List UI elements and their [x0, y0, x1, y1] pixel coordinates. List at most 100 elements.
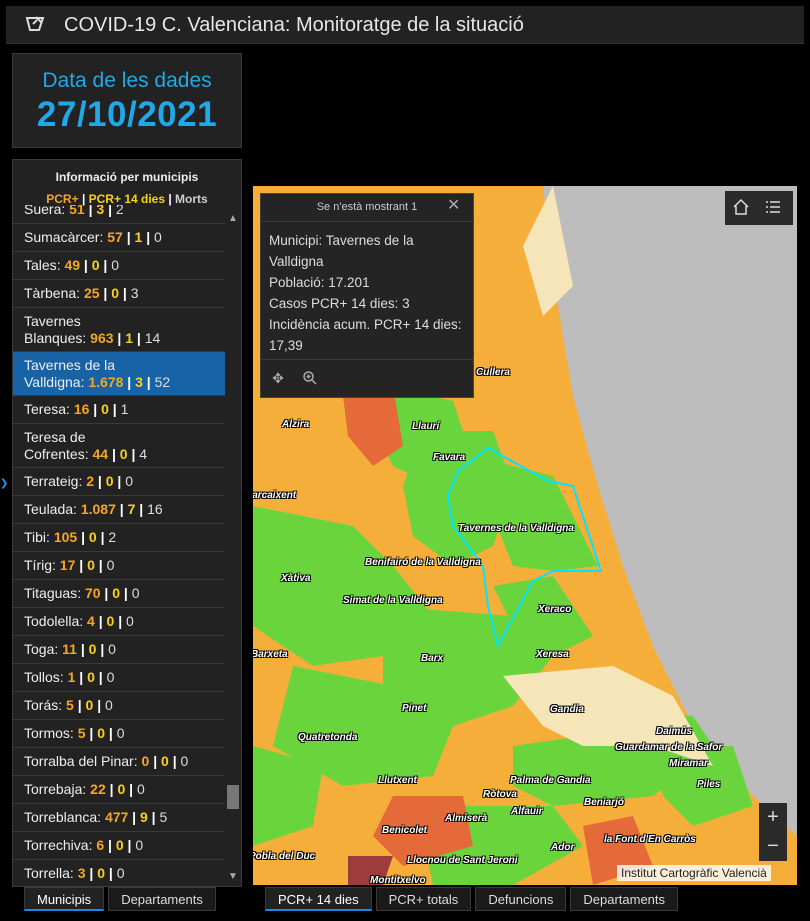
popup-line-municipi: Municipi: Tavernes de la Valldigna: [269, 233, 414, 269]
list-item[interactable]: Torrebaja: 22 | 0 | 0: [13, 776, 225, 804]
chevron-right-icon[interactable]: ❯: [0, 478, 8, 494]
zoom-in-button[interactable]: +: [759, 803, 787, 832]
list-item[interactable]: Torralba del Pinar: 0 | 0 | 0: [13, 748, 225, 776]
zoom-out-button[interactable]: −: [759, 832, 787, 861]
list-item[interactable]: Torás: 5 | 0 | 0: [13, 692, 225, 720]
move-icon[interactable]: ✥: [269, 370, 287, 388]
morts-value: 0: [131, 585, 140, 601]
map-label: Guardamar de la Safor: [615, 742, 723, 753]
list-item-text: Suera: 51 | 3 | 2: [24, 205, 124, 218]
list-item[interactable]: Tírig: 17 | 0 | 0: [13, 552, 225, 580]
map-controls: [725, 191, 793, 225]
morts-value: 0: [106, 669, 115, 685]
zoom-to-icon[interactable]: [301, 370, 319, 388]
value-separator: |: [113, 329, 126, 346]
value-separator: |: [127, 445, 140, 462]
pcr14-value: 0: [105, 473, 114, 489]
map-label: Daimús: [656, 726, 693, 737]
list-item[interactable]: Teresa: 16 | 0 | 1: [13, 396, 225, 424]
scroll-up-icon[interactable]: ▲: [228, 213, 238, 224]
map-label: Barxeta: [253, 649, 288, 660]
morts-value: 0: [105, 697, 113, 713]
list-item[interactable]: Teulada: 1.087 | 7 | 16: [13, 496, 225, 524]
value-separator: |: [73, 697, 86, 713]
municipality-list[interactable]: Suera: 51 | 3 | 2 Sumacàrcer: 57 | 1 | 0 T…: [13, 205, 225, 886]
pcr-value: 4: [87, 613, 95, 629]
morts-value: 16: [147, 501, 163, 517]
home-icon[interactable]: [731, 198, 751, 218]
tab-departaments[interactable]: Departaments: [108, 887, 216, 911]
map-label: Pinet: [402, 703, 427, 714]
map-label: Llocnou de Sant Jeroni: [407, 855, 518, 866]
list-item[interactable]: Torrella: 3 | 0 | 0: [13, 860, 225, 886]
map-label: Carcaixent: [253, 490, 297, 501]
colon: :: [77, 585, 85, 601]
morts-value: 0: [106, 557, 115, 573]
map-label: Cullera: [476, 367, 510, 378]
list-item[interactable]: Todolella: 4 | 0 | 0: [13, 608, 225, 636]
list-item[interactable]: Teresa de Cofrentes: 44 | 0 | 4: [13, 424, 225, 468]
legend-sep: |: [78, 192, 89, 206]
list-item-text: Tales: 49 | 0 | 0: [24, 257, 119, 274]
pcr14-value: 1: [125, 329, 134, 346]
panel-title: Informació per municipis: [55, 170, 199, 184]
value-separator: |: [115, 501, 128, 517]
pcr-value: 2: [86, 473, 95, 489]
value-separator: |: [80, 257, 92, 273]
value-separator: |: [104, 865, 117, 881]
colon: :: [66, 401, 74, 417]
map-label: Benifairó de la Valldigna: [365, 557, 481, 568]
map-label: Xeraco: [538, 604, 572, 615]
date-card: Data de les dades 27/10/2021: [12, 53, 242, 148]
list-item[interactable]: Tibi: 105 | 0 | 2: [13, 524, 225, 552]
municipality-name: Sumacàrcer: [24, 229, 100, 245]
tab-municipis[interactable]: Municipis: [24, 887, 105, 911]
list-scrollbar[interactable]: ▲ ▼: [225, 205, 241, 886]
list-item[interactable]: Tollos: 1 | 0 | 0: [13, 664, 225, 692]
value-separator: |: [149, 753, 162, 769]
list-item[interactable]: Sumacàrcer: 57 | 1 | 0: [13, 224, 225, 252]
pcr14-value: 9: [140, 809, 148, 825]
list-item[interactable]: Torrechiva: 6 | 0 | 0: [13, 832, 225, 860]
map-label: Palma de Gandia: [510, 775, 591, 786]
map-label: Llutxent: [378, 775, 417, 786]
list-item-text: Torralba del Pinar: 0 | 0 | 0: [24, 753, 188, 770]
list-item-text: Terrateig: 2 | 0 | 0: [24, 473, 133, 490]
pcr14-value: 0: [97, 725, 105, 741]
municipality-name: Torrella: [24, 865, 70, 881]
tab-defuncions[interactable]: Defuncions: [475, 887, 567, 911]
list-item[interactable]: Tavernes de la Valldigna: 1.678 | 3 | 52: [13, 352, 225, 396]
list-item[interactable]: Suera: 51 | 3 | 2: [13, 205, 225, 224]
map-label: Xàtiva: [281, 573, 311, 584]
scroll-down-icon[interactable]: ▼: [228, 871, 238, 882]
close-icon[interactable]: ✕: [447, 198, 463, 214]
list-item[interactable]: Terrateig: 2 | 0 | 0: [13, 468, 225, 496]
map-label: Gandia: [550, 704, 584, 715]
map-label: Montitxelvo: [370, 875, 426, 885]
municipality-name: Tormos: [24, 725, 70, 741]
tab-departaments-map[interactable]: Departaments: [570, 887, 679, 911]
list-item-text: Tavernes de la Valldigna: 1.678 | 3 | 52: [24, 357, 170, 391]
scroll-thumb[interactable]: [227, 785, 239, 809]
panel-header: Informació per municipis PCR+ | PCR+ 14 …: [13, 160, 241, 210]
legend-pcr14: PCR+ 14 dies: [88, 192, 166, 206]
list-item[interactable]: Torreblanca: 477 | 9 | 5: [13, 804, 225, 832]
left-tabs: Municipis Departaments: [24, 887, 216, 911]
tab-pcr-14[interactable]: PCR+ 14 dies: [265, 887, 372, 911]
municipality-name: Torralba del Pinar: [24, 753, 134, 769]
value-separator: |: [94, 473, 106, 489]
list-item[interactable]: Tàrbena: 25 | 0 | 3: [13, 280, 225, 308]
list-item[interactable]: Tormos: 5 | 0 | 0: [13, 720, 225, 748]
pcr-value: 25: [83, 285, 100, 301]
list-item-text: Tírig: 17 | 0 | 0: [24, 557, 114, 574]
list-item[interactable]: Tales: 49 | 0 | 0: [13, 252, 225, 280]
list-item[interactable]: Titaguas: 70 | 0 | 0: [13, 580, 225, 608]
list-item[interactable]: Toga: 11 | 0 | 0: [13, 636, 225, 664]
tab-pcr-totals[interactable]: PCR+ totals: [375, 887, 472, 911]
list-item[interactable]: Tavernes Blanques: 963 | 1 | 14: [13, 308, 225, 352]
map-label: Alfauir: [511, 806, 543, 817]
popup-line-casos: Casos PCR+ 14 dies: 3: [269, 296, 410, 311]
value-separator: |: [99, 285, 112, 301]
colon: :: [73, 501, 81, 517]
list-icon[interactable]: [763, 198, 783, 218]
